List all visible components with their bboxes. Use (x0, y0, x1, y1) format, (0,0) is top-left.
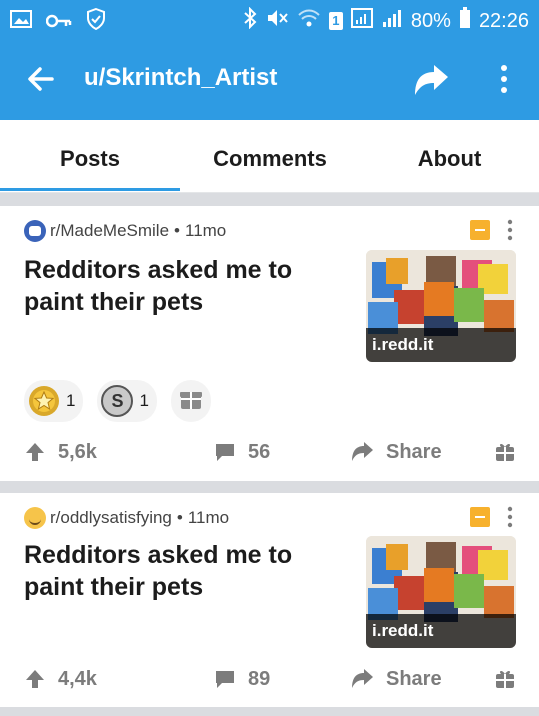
battery-percent: 80% (410, 9, 451, 32)
gift-icon (177, 385, 205, 418)
signal-bars-icon (381, 8, 403, 34)
share-arrow-icon (352, 442, 373, 461)
post-title[interactable]: Redditors asked me to paint their pets (24, 254, 334, 318)
status-bar: 1 80% 22:26 (0, 0, 539, 38)
share-button[interactable]: Share (350, 432, 442, 472)
sim-badge: 1 (328, 12, 343, 30)
tab-about[interactable]: About (360, 120, 539, 192)
gift-icon (496, 670, 514, 688)
tab-posts[interactable]: Posts (0, 120, 180, 192)
post-title[interactable]: Redditors asked me to paint their pets (24, 539, 334, 603)
gold-award-count: 1 (66, 391, 76, 410)
tab-indicator (0, 188, 180, 191)
award-gift-button[interactable] (494, 659, 528, 699)
share-arrow-icon (352, 669, 373, 688)
post-card[interactable]: r/oddlysatisfying • 11mo Redditors asked… (0, 493, 539, 707)
meta-separator: • (174, 221, 180, 240)
app-bar: u/Skrintch_Artist (0, 38, 539, 120)
more-options-icon[interactable] (494, 64, 514, 94)
profile-tabs: Posts Comments About (0, 120, 539, 193)
upvote-button[interactable]: 4,4k (24, 659, 97, 699)
comments-button[interactable]: 56 (214, 432, 270, 472)
gold-award[interactable]: 1 (24, 380, 84, 422)
post-domain: i.redd.it (366, 328, 516, 362)
gold-award-icon (28, 385, 60, 417)
post-meta: r/oddlysatisfying • 11mo (24, 507, 229, 529)
tab-comments[interactable]: Comments (180, 120, 360, 192)
wifi-icon (297, 8, 321, 34)
share-label: Share (386, 440, 442, 463)
mute-icon (265, 7, 289, 35)
post-age: 11mo (187, 508, 230, 527)
post-meta: r/MadeMeSmile • 11mo (24, 220, 226, 242)
upvote-count: 4,4k (58, 667, 97, 690)
awards-row: 1 S 1 (24, 380, 211, 422)
comments-button[interactable]: 89 (214, 659, 270, 699)
key-icon (45, 11, 72, 34)
share-label: Share (386, 667, 442, 690)
comment-count: 89 (248, 667, 271, 690)
post-age: 11mo (185, 221, 227, 240)
upvote-button[interactable]: 5,6k (24, 432, 97, 472)
archived-icon (470, 220, 490, 240)
upvote-icon (26, 443, 44, 461)
give-award-button[interactable] (170, 380, 211, 422)
post-more-icon[interactable] (504, 218, 516, 242)
profile-title: u/Skrintch_Artist (84, 64, 278, 91)
shield-check-icon (86, 7, 106, 36)
image-icon (10, 10, 32, 34)
subreddit-name[interactable]: r/MadeMeSmile (50, 221, 169, 241)
post-more-icon[interactable] (504, 505, 516, 529)
post-thumbnail[interactable]: i.redd.it (366, 250, 516, 362)
upvote-icon (26, 670, 44, 688)
share-icon[interactable] (412, 62, 450, 100)
subreddit-name[interactable]: r/oddlysatisfying (50, 508, 172, 528)
signal-box-icon (350, 8, 373, 34)
award-gift-button[interactable] (494, 432, 528, 472)
comment-icon (216, 671, 234, 688)
silver-award-count: 1 (139, 391, 149, 410)
battery-icon (459, 7, 471, 35)
silver-award[interactable]: S 1 (97, 380, 157, 422)
comment-icon (216, 444, 234, 461)
subreddit-avatar-icon (24, 507, 46, 529)
silver-award-icon: S (101, 385, 134, 417)
upvote-count: 5,6k (58, 440, 97, 463)
post-thumbnail[interactable]: i.redd.it (366, 536, 516, 648)
comment-count: 56 (248, 440, 271, 463)
post-actions: 5,6k 56 Share (0, 432, 539, 472)
clock: 22:26 (478, 9, 529, 32)
back-arrow-icon[interactable] (26, 64, 56, 94)
post-actions: 4,4k 89 Share (0, 659, 539, 699)
gift-icon (496, 443, 514, 461)
post-domain: i.redd.it (366, 614, 516, 648)
bluetooth-icon (243, 6, 257, 35)
share-button[interactable]: Share (350, 659, 442, 699)
archived-icon (470, 507, 490, 527)
subreddit-avatar-icon (24, 220, 46, 242)
post-card[interactable]: r/MadeMeSmile • 11mo Redditors asked me … (0, 206, 539, 481)
meta-separator: • (176, 508, 183, 527)
